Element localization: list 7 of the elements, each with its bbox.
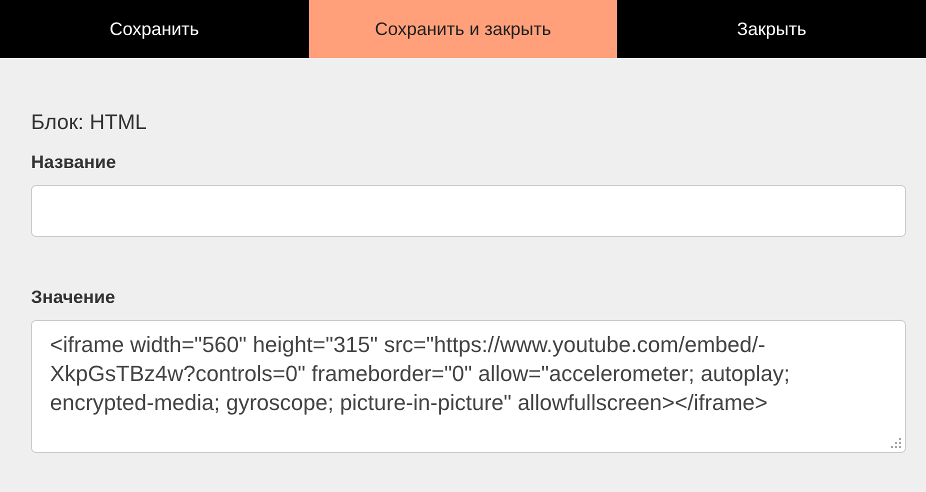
field-label: Значение [31, 287, 116, 308]
resize-grip-icon[interactable] [891, 438, 901, 448]
toolbar-button[interactable]: Сохранить и закрыть [308, 0, 618, 58]
input-field[interactable] [31, 185, 906, 237]
textarea-field[interactable]: <iframe width="560" height="315" src="https://www.youtube.com/embed/-XkpGsTBz4w?controls=0" frameborder="0" allow="accelerometer; autoplay; encrypted-media; gyroscope; picture-in-picture" allowfullscreen></iframe> [31, 320, 906, 453]
block-heading: Блок: HTML [31, 111, 148, 135]
field-label: Название [31, 152, 116, 173]
